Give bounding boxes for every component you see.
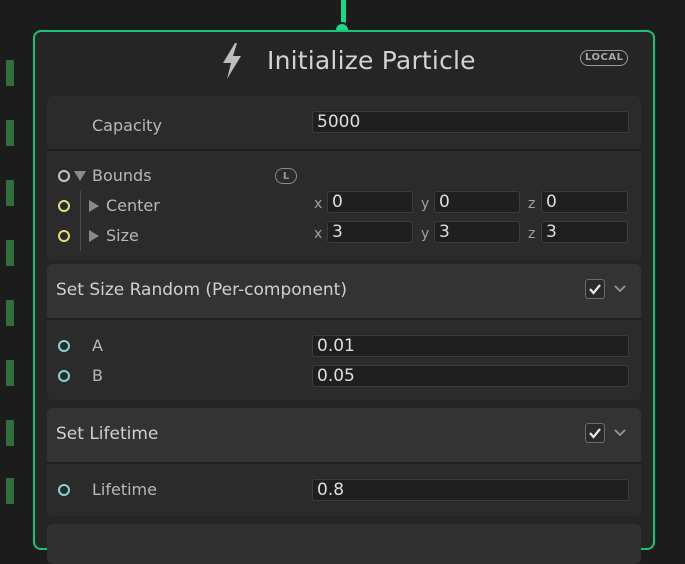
center-z-field[interactable]: 0 bbox=[541, 191, 628, 213]
block-title: Set Size Random (Per-component) bbox=[56, 280, 347, 300]
bounds-input-port[interactable] bbox=[58, 170, 70, 182]
a-input-port[interactable] bbox=[58, 340, 70, 352]
size-expand-icon[interactable] bbox=[89, 230, 99, 242]
flow-edge-dash bbox=[6, 478, 14, 504]
block-field-row-b: B 0.05 bbox=[47, 361, 641, 391]
lifetime-input-port[interactable] bbox=[58, 484, 70, 496]
capacity-row: Capacity 5000 bbox=[47, 111, 641, 141]
flow-edge-dash bbox=[6, 120, 14, 146]
block-field-row-a: A 0.01 bbox=[47, 331, 641, 361]
context-settings-panel: Capacity 5000 Bounds L Center x 0 y 0 z … bbox=[47, 96, 641, 260]
chevron-down-icon[interactable] bbox=[613, 284, 627, 294]
bounds-label: Bounds bbox=[92, 166, 152, 185]
lifetime-field[interactable]: 0.8 bbox=[312, 479, 629, 501]
center-y-field[interactable]: 0 bbox=[434, 191, 520, 213]
flow-edge-dash bbox=[6, 420, 14, 446]
center-label: Center bbox=[106, 196, 160, 215]
size-input-port[interactable] bbox=[58, 230, 70, 242]
chevron-down-icon[interactable] bbox=[613, 428, 627, 438]
block-header[interactable]: Set Size Random (Per-component) bbox=[47, 264, 641, 318]
center-row: Center x 0 y 0 z 0 bbox=[47, 191, 641, 221]
lightning-bolt-icon bbox=[223, 43, 241, 79]
bounds-expand-icon[interactable] bbox=[74, 171, 86, 181]
flow-edge-dash bbox=[6, 240, 14, 266]
size-y-field[interactable]: 3 bbox=[434, 221, 520, 243]
checkmark-icon bbox=[589, 428, 601, 439]
center-x-field[interactable]: 0 bbox=[327, 191, 413, 213]
center-y-label: y bbox=[421, 196, 430, 212]
size-x-field[interactable]: 3 bbox=[327, 221, 413, 243]
a-field[interactable]: 0.01 bbox=[312, 335, 629, 357]
b-input-port[interactable] bbox=[58, 370, 70, 382]
block-set-size-random[interactable]: Set Size Random (Per-component) A 0.01 B… bbox=[47, 264, 641, 400]
flow-edge-dash bbox=[6, 360, 14, 386]
section-divider bbox=[47, 149, 641, 151]
size-z-label: z bbox=[528, 226, 536, 242]
flow-edge-dash bbox=[6, 60, 14, 86]
context-header[interactable]: Initialize Particle LOCAL bbox=[35, 32, 653, 94]
bounds-space-icon[interactable]: L bbox=[275, 168, 297, 184]
tree-indent-line bbox=[80, 191, 81, 221]
capacity-label: Capacity bbox=[92, 116, 162, 135]
size-row: Size x 3 y 3 z 3 bbox=[47, 221, 641, 251]
center-x-label: x bbox=[314, 196, 323, 212]
initialize-particle-context[interactable]: Initialize Particle LOCAL Capacity 5000 … bbox=[33, 30, 655, 564]
checkmark-icon bbox=[589, 284, 601, 295]
center-expand-icon[interactable] bbox=[89, 200, 99, 212]
block-set-lifetime[interactable]: Set Lifetime Lifetime 0.8 bbox=[47, 408, 641, 516]
tree-indent-line bbox=[80, 221, 81, 251]
bounds-row: Bounds L bbox=[47, 161, 641, 191]
size-y-label: y bbox=[421, 226, 430, 242]
flow-edge-dash bbox=[6, 300, 14, 326]
capacity-field[interactable]: 5000 bbox=[312, 111, 629, 133]
flow-edge-dash bbox=[6, 180, 14, 206]
center-input-port[interactable] bbox=[58, 200, 70, 212]
block-enabled-checkbox[interactable] bbox=[585, 279, 605, 299]
block-next-collapsed[interactable] bbox=[47, 524, 641, 564]
context-title: Initialize Particle bbox=[267, 46, 476, 75]
flow-input-connection bbox=[341, 0, 346, 24]
block-header[interactable]: Set Lifetime bbox=[47, 408, 641, 462]
graph-left-edge bbox=[0, 0, 30, 536]
block-title: Set Lifetime bbox=[56, 424, 159, 444]
center-z-label: z bbox=[528, 196, 536, 212]
a-label: A bbox=[92, 336, 103, 355]
size-z-field[interactable]: 3 bbox=[541, 221, 628, 243]
block-enabled-checkbox[interactable] bbox=[585, 423, 605, 443]
block-field-row-lifetime: Lifetime 0.8 bbox=[47, 475, 641, 505]
size-label: Size bbox=[106, 226, 139, 245]
b-label: B bbox=[92, 366, 103, 385]
section-divider bbox=[47, 318, 641, 320]
space-local-toggle[interactable]: LOCAL bbox=[580, 50, 629, 66]
b-field[interactable]: 0.05 bbox=[312, 365, 629, 387]
section-divider bbox=[47, 462, 641, 464]
size-x-label: x bbox=[314, 226, 323, 242]
lifetime-label: Lifetime bbox=[92, 480, 157, 499]
